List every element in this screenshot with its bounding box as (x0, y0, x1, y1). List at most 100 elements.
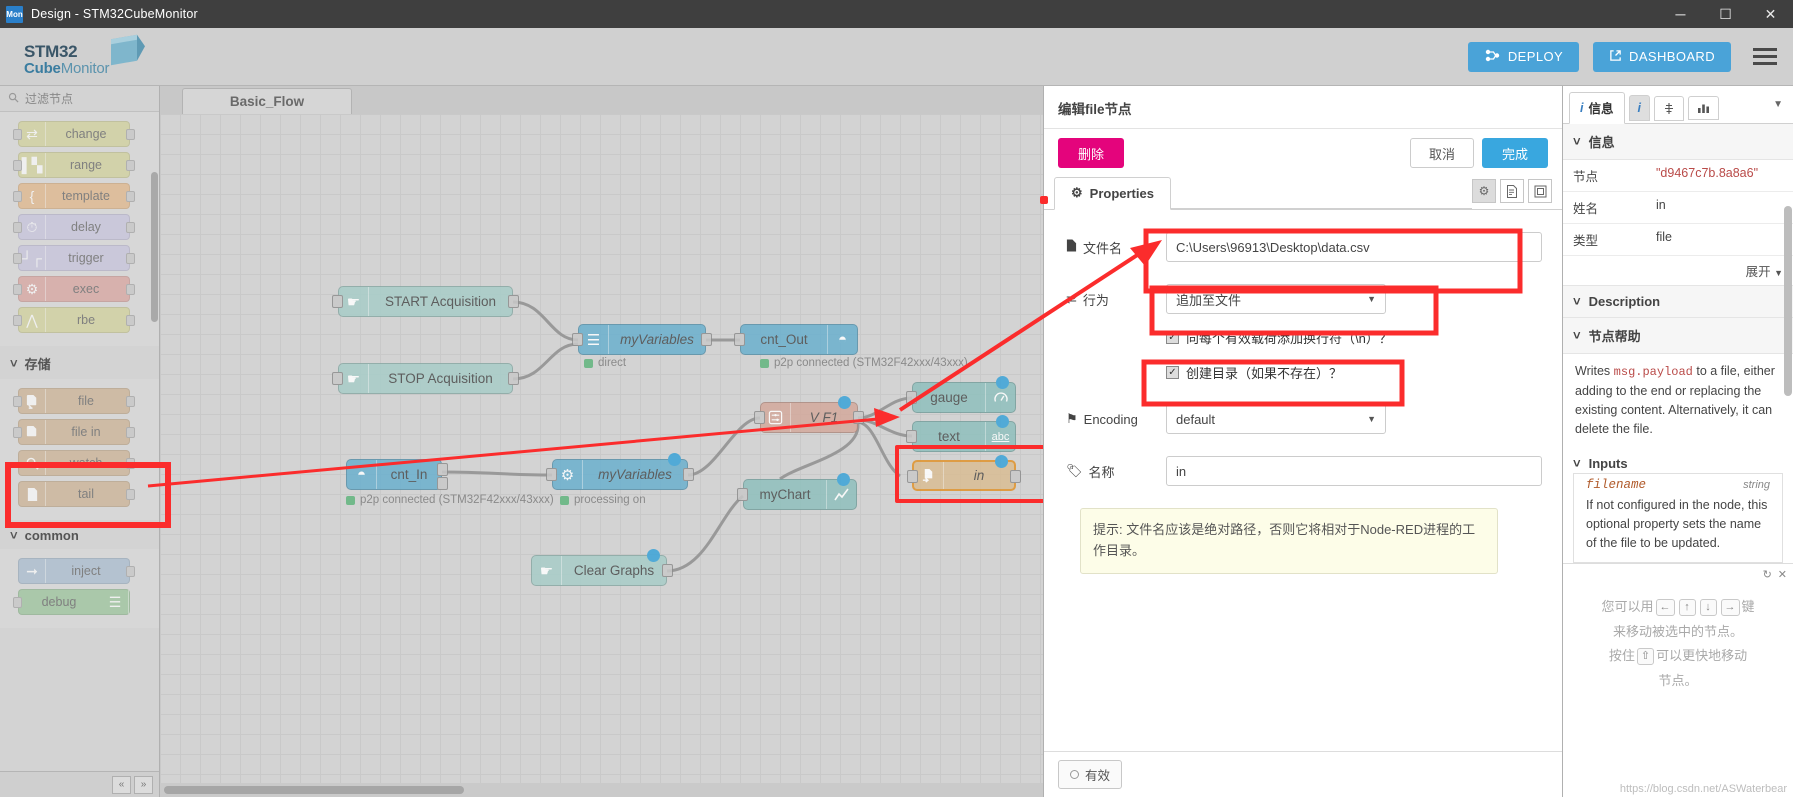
port-in[interactable] (737, 488, 748, 501)
flow-node-text[interactable]: text abc (912, 421, 1016, 452)
description-section-header[interactable]: ˅ Description (1563, 286, 1793, 318)
chevron-down-icon: ▼ (1774, 268, 1783, 278)
palette-group-header-storage[interactable]: ˅ 存储 (0, 346, 159, 379)
action-select[interactable]: 追加至文件 ▼ (1166, 284, 1386, 314)
port-in[interactable] (906, 391, 917, 404)
palette-node-range[interactable]: ▌▚ range (18, 152, 130, 178)
port-in[interactable] (332, 372, 343, 385)
tab-info[interactable]: i 信息 (1569, 92, 1625, 124)
port-in[interactable] (572, 333, 583, 346)
port-out[interactable] (1010, 470, 1021, 483)
hint-text-1: 您可以用 (1601, 599, 1653, 614)
collapse-all-button[interactable]: « (112, 776, 131, 794)
flow-node-myvariables-1[interactable]: ☰ myVariables (578, 324, 706, 355)
port-out[interactable] (508, 295, 519, 308)
palette-node-tail[interactable]: tail (18, 481, 130, 507)
name-input[interactable]: in (1166, 456, 1542, 486)
port-out[interactable] (683, 468, 694, 481)
palette-search-row[interactable]: 过滤节点 (0, 86, 159, 112)
palette-group-header-common[interactable]: ˅ common (0, 520, 159, 549)
hint-text-6: 节点。 (1577, 669, 1779, 694)
port-out[interactable] (662, 564, 673, 577)
node-help-section-header[interactable]: ˅ 节点帮助 (1563, 318, 1793, 354)
refresh-icon[interactable]: ↻ (1763, 568, 1772, 581)
createdir-checkbox-row[interactable]: ✓ 创建目录（如果不存在）？ (1166, 363, 1542, 382)
chevron-down-icon[interactable]: ▼ (1773, 99, 1789, 116)
flow-node-clear-graphs[interactable]: ☛ Clear Graphs (531, 555, 667, 586)
close-button[interactable]: ✕ (1748, 0, 1793, 28)
palette-node-change[interactable]: ⇄ change (18, 121, 130, 147)
info-sidebar-scrollbar[interactable] (1784, 206, 1792, 396)
port-out-1[interactable] (437, 463, 448, 476)
flow-node-mychart[interactable]: myChart (743, 479, 857, 510)
edit-panel-footer: 有效 (1044, 751, 1562, 797)
close-icon[interactable]: ✕ (1778, 568, 1787, 581)
palette-node-rbe[interactable]: ⋀ rbe (18, 307, 130, 333)
createdir-checkbox[interactable]: ✓ (1166, 366, 1179, 379)
maximize-button[interactable]: ☐ (1703, 0, 1748, 28)
palette-node-inject[interactable]: ➞ inject (18, 558, 130, 584)
cancel-button[interactable]: 取消 (1410, 138, 1474, 168)
palette-node-debug[interactable]: debug ☰ (18, 589, 130, 615)
info-sidebar: i 信息 i ▼ ˅ 信息 节点 "d9467c7b.8a8a6" 姓名 in … (1563, 86, 1793, 797)
expand-all-button[interactable]: » (134, 776, 153, 794)
canvas-horizontal-scrollbar[interactable] (160, 783, 1043, 797)
port-in[interactable] (734, 333, 745, 346)
flow-node-myvariables-2[interactable]: ⚙ myVariables (552, 459, 688, 490)
port-in[interactable] (332, 295, 343, 308)
encoding-select[interactable]: default ▼ (1166, 404, 1386, 434)
file-out-icon (19, 389, 46, 413)
name-label-group: 🏷 名称 (1066, 462, 1166, 481)
appearance-tool-button[interactable] (1528, 179, 1552, 203)
port-out[interactable] (853, 411, 864, 424)
flow-canvas[interactable]: ☛ START Acquisition ☛ STOP Acquisition ☰… (160, 114, 1043, 797)
flow-node-label: cnt_In (377, 467, 441, 482)
port-in[interactable] (907, 470, 918, 483)
minimize-button[interactable]: ─ (1658, 0, 1703, 28)
palette-node-watch[interactable]: watch (18, 450, 130, 476)
tab-debug-icon-button[interactable] (1654, 96, 1684, 121)
flow-node-cnt-out[interactable]: cnt_Out ◓ (740, 324, 858, 355)
hamburger-menu-icon[interactable] (1751, 44, 1779, 69)
tab-info-icon-button[interactable]: i (1629, 95, 1650, 121)
palette-node-label: exec (46, 282, 129, 296)
filename-input[interactable]: C:\Users\96913\Desktop\data.csv (1166, 232, 1542, 262)
palette-scrollbar[interactable] (151, 172, 158, 322)
flow-node-gauge[interactable]: gauge (912, 382, 1016, 413)
flow-node-cnt-in[interactable]: ◓ cnt_In (346, 459, 442, 490)
delete-button[interactable]: 删除 (1058, 138, 1124, 168)
palette-node-template[interactable]: { template (18, 183, 130, 209)
description-tool-button[interactable] (1500, 179, 1524, 203)
palette-node-trigger[interactable]: ┘┌ trigger (18, 245, 130, 271)
flow-node-vf1[interactable]: V F1 (760, 402, 858, 433)
flow-wires (160, 114, 1043, 797)
tab-chart-icon-button[interactable] (1688, 96, 1719, 120)
newline-checkbox[interactable]: ✓ (1166, 331, 1179, 344)
palette-node-file[interactable]: file (18, 388, 130, 414)
flow-node-start-acquisition[interactable]: ☛ START Acquisition (338, 286, 513, 317)
info-expand-toggle[interactable]: 展开 ▼ (1563, 256, 1793, 286)
inputs-section-header[interactable]: ˅ Inputs (1563, 448, 1793, 473)
palette-node-delay[interactable]: ⏱ delay (18, 214, 130, 240)
port-in[interactable] (754, 411, 765, 424)
flow-tab-basic-flow[interactable]: Basic_Flow (182, 88, 352, 114)
newline-checkbox-row[interactable]: ✓ 向每个有效载荷添加换行符（\n）？ (1166, 328, 1542, 347)
flow-node-label: Clear Graphs (562, 563, 666, 578)
deploy-button[interactable]: DEPLOY (1468, 42, 1579, 72)
search-icon (8, 92, 19, 106)
tab-properties[interactable]: ⚙ Properties (1054, 177, 1171, 210)
palette-node-exec[interactable]: ⚙ exec (18, 276, 130, 302)
settings-tool-button[interactable]: ⚙ (1472, 179, 1496, 203)
port-in[interactable] (546, 468, 557, 481)
flow-node-in[interactable]: in (912, 460, 1016, 491)
flow-node-stop-acquisition[interactable]: ☛ STOP Acquisition (338, 363, 513, 394)
chevron-down-icon: ˅ (1573, 294, 1581, 309)
port-out[interactable] (701, 333, 712, 346)
port-in[interactable] (906, 430, 917, 443)
done-button[interactable]: 完成 (1482, 138, 1548, 168)
dashboard-button[interactable]: DASHBOARD (1593, 42, 1731, 72)
palette-node-file-in[interactable]: file in (18, 419, 130, 445)
port-out[interactable] (508, 372, 519, 385)
port-out-2[interactable] (437, 477, 448, 490)
info-section-header[interactable]: ˅ 信息 (1563, 124, 1793, 160)
